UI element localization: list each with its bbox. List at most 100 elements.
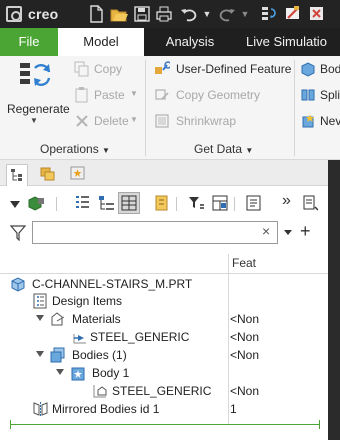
tree-row-label: Body 1: [92, 366, 130, 380]
paste-dropdown-icon[interactable]: ▼: [130, 89, 138, 98]
undo-dropdown-icon[interactable]: ▼: [198, 5, 216, 23]
navigator-tabs: [0, 160, 328, 186]
tree-list-icon[interactable]: [74, 195, 90, 211]
clear-search-icon[interactable]: ×: [262, 223, 270, 239]
tree-row-bodies[interactable]: Bodies (1) <Non: [0, 346, 328, 364]
creo-logo: creo: [6, 5, 58, 23]
tree-row-label: C-CHANNEL-STAIRS_M.PRT: [32, 277, 193, 291]
collapse-icon[interactable]: [56, 369, 64, 375]
regenerate-small-icon[interactable]: [260, 5, 278, 23]
user-defined-feature-button[interactable]: User-Defined Feature: [154, 60, 294, 78]
favorites-icon: [70, 166, 85, 180]
column-feature[interactable]: Feat: [232, 256, 256, 270]
toolbar-separator: [56, 197, 57, 211]
tree-expand-icon[interactable]: [98, 195, 114, 211]
regenerate-button[interactable]: Regenerate ▼: [4, 58, 70, 130]
redo-icon[interactable]: [218, 5, 236, 23]
operations-group-title[interactable]: Operations ▼: [40, 142, 110, 156]
add-filter-icon[interactable]: +: [300, 221, 311, 241]
tree-settings-icon[interactable]: [212, 195, 228, 211]
tab-live-simulation[interactable]: Live Simulatio: [246, 28, 340, 56]
design-items-icon: [33, 293, 47, 309]
undo-icon[interactable]: [180, 5, 198, 23]
copy-geometry-icon: [155, 89, 169, 100]
copy-geometry-button[interactable]: Copy Geometry: [154, 86, 274, 104]
show-parts-icon[interactable]: [28, 195, 44, 211]
shrinkwrap-button[interactable]: Shrinkwrap: [154, 112, 254, 130]
tab-favorites[interactable]: [68, 164, 88, 182]
tree-row-design-items[interactable]: Design Items: [0, 292, 328, 310]
tree-toolbar: »: [0, 188, 328, 218]
save-icon[interactable]: [134, 5, 152, 23]
paste-button[interactable]: Paste ▼: [74, 86, 140, 104]
ribbon-tab-bar: File Model Analysis Live Simulatio: [0, 28, 340, 56]
udf-label: User-Defined Feature: [176, 62, 292, 76]
tree-row-body-material[interactable]: STEEL_GENERIC <Non: [0, 382, 328, 400]
toolbar-separator: [234, 197, 235, 211]
settings-dropdown-icon[interactable]: [10, 201, 26, 217]
new-body-button[interactable]: Nev: [300, 112, 340, 130]
close-window-icon[interactable]: [308, 5, 326, 23]
insert-indicator-left-cap: [10, 420, 11, 429]
overflow-icon[interactable]: »: [282, 192, 298, 209]
tree-row-label: Bodies (1): [72, 348, 127, 362]
tree-filter-row: × +: [0, 218, 328, 248]
delete-label: Delete: [94, 114, 129, 128]
get-data-dropdown-icon[interactable]: ▼: [245, 146, 253, 155]
regenerate-dropdown-icon[interactable]: ▼: [30, 116, 38, 125]
tab-analysis[interactable]: Analysis: [144, 28, 236, 56]
tree-row-material-steel[interactable]: STEEL_GENERIC <Non: [0, 328, 328, 346]
folder-browser-icon: [40, 167, 55, 181]
tree-row-materials[interactable]: Materials <Non: [0, 310, 328, 328]
body-button[interactable]: Bod: [300, 60, 340, 78]
new-icon[interactable]: [88, 5, 106, 23]
copy-icon: [74, 61, 89, 77]
regenerate-icon: [20, 63, 51, 86]
tree-row-label: Design Items: [52, 294, 123, 308]
tree-row-value: <Non: [230, 330, 260, 344]
tree-row-label: Materials: [72, 312, 121, 326]
open-icon[interactable]: [110, 5, 128, 23]
show-notes-icon[interactable]: [154, 195, 170, 211]
search-dropdown-icon[interactable]: [284, 230, 292, 236]
collapse-icon[interactable]: [36, 351, 44, 357]
tree-search-input[interactable]: [32, 221, 278, 244]
shrinkwrap-label: Shrinkwrap: [176, 114, 237, 128]
udf-icon: [155, 61, 170, 74]
split-label: Spli: [320, 88, 340, 102]
split-button[interactable]: Spli: [300, 86, 340, 104]
graphics-area-edge: [328, 160, 340, 440]
tab-model[interactable]: Model: [58, 28, 144, 56]
materials-icon: [51, 312, 65, 326]
collapse-icon[interactable]: [36, 315, 44, 321]
body-label: Bod: [320, 62, 340, 76]
filter-icon[interactable]: [10, 225, 26, 241]
tree-row-body-1[interactable]: Body 1: [0, 364, 328, 382]
regenerate-label: Regenerate: [7, 102, 70, 116]
tree-row-label: STEEL_GENERIC: [112, 384, 212, 398]
tree-page-icon[interactable]: [302, 195, 318, 211]
tab-folder-browser[interactable]: [38, 164, 58, 182]
tree-row-value: 1: [230, 402, 237, 416]
tab-file[interactable]: File: [0, 28, 58, 56]
delete-dropdown-icon[interactable]: ▼: [130, 115, 138, 124]
tree-row-value: <Non: [230, 312, 260, 326]
insert-indicator-right-cap: [319, 420, 320, 429]
details-icon[interactable]: [246, 195, 262, 211]
tab-model-tree[interactable]: [6, 164, 28, 186]
redo-dropdown-icon[interactable]: ▼: [236, 5, 254, 23]
tree-columns-toggle[interactable]: [118, 192, 140, 214]
body-icon: [71, 367, 85, 381]
window-icon[interactable]: [284, 5, 302, 23]
tree-row-mirrored-bodies[interactable]: Mirrored Bodies id 1 1: [0, 400, 328, 418]
operations-dropdown-icon[interactable]: ▼: [102, 146, 110, 155]
delete-button[interactable]: Delete ▼: [74, 112, 140, 130]
get-data-group-title[interactable]: Get Data ▼: [194, 142, 253, 156]
print-icon[interactable]: [156, 5, 174, 23]
delete-icon: [76, 115, 88, 127]
insert-here-indicator[interactable]: [10, 424, 320, 425]
tree-row-part[interactable]: C-CHANNEL-STAIRS_M.PRT: [0, 275, 328, 293]
copy-button[interactable]: Copy: [74, 60, 134, 78]
filter-tree-icon[interactable]: [188, 195, 204, 211]
material-assigned-icon: [73, 334, 86, 344]
